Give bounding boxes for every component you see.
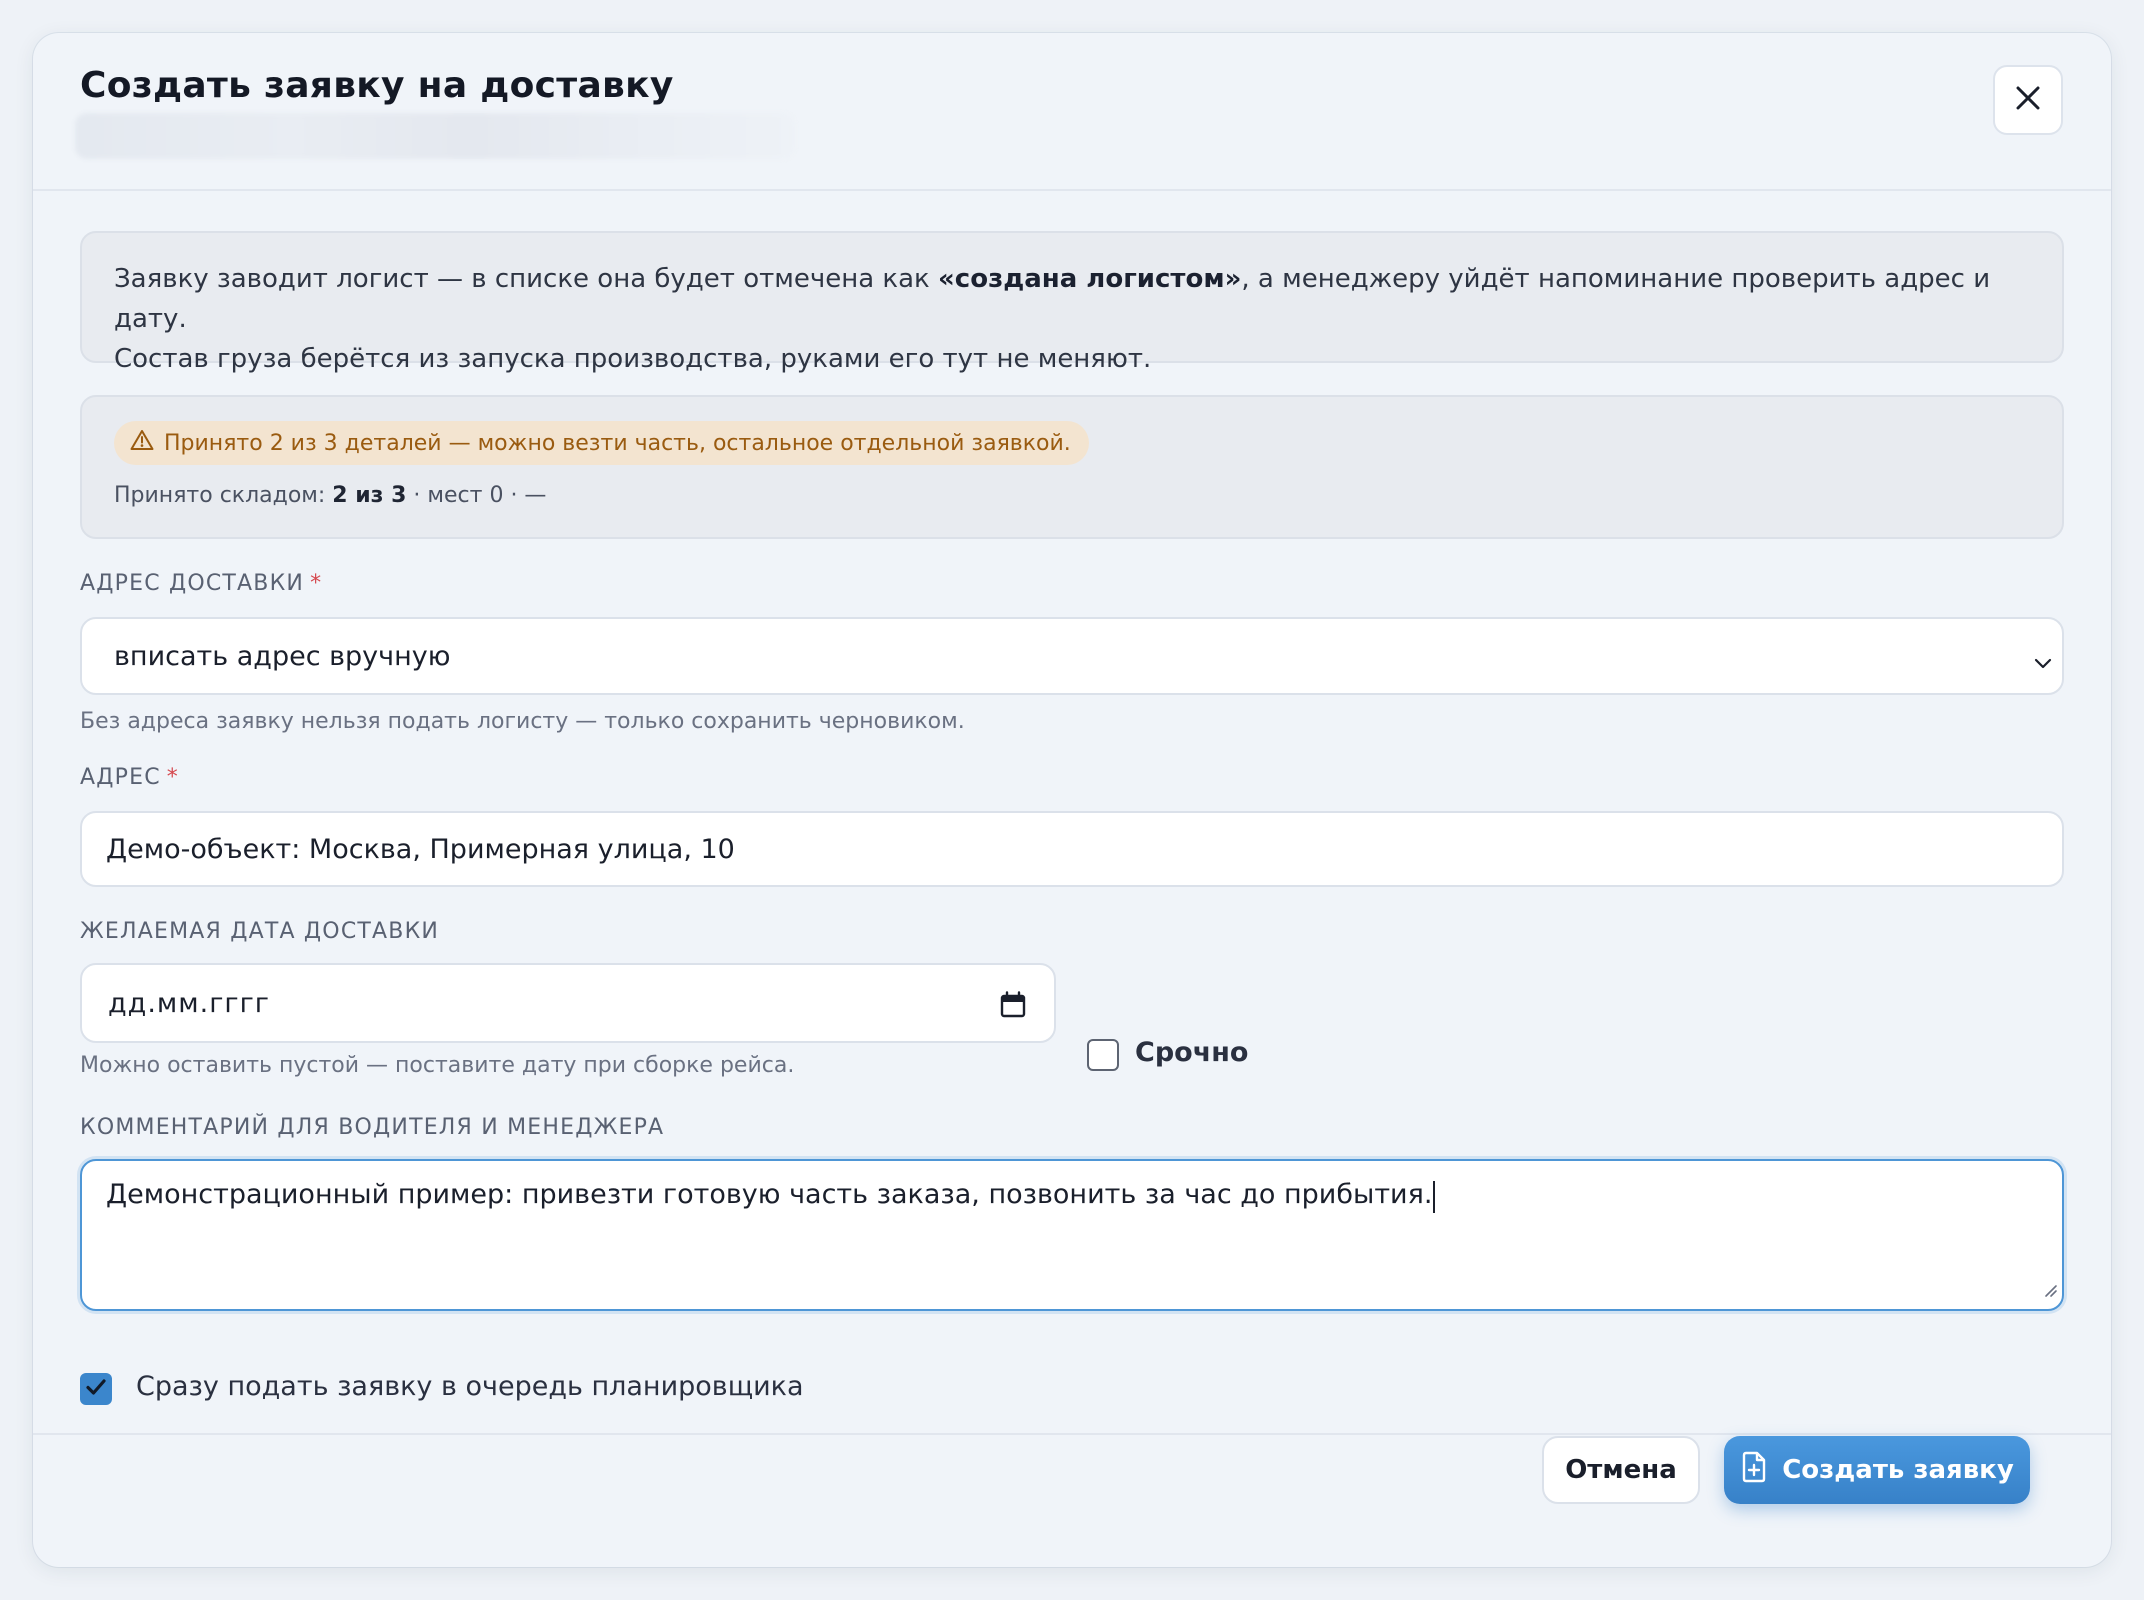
dialog-footer [33,1433,2111,1435]
delivery-address-select[interactable]: вписать адрес вручную [80,617,2064,695]
create-request-label: Создать заявку [1782,1455,2014,1485]
file-plus-icon [1740,1451,1768,1490]
delivery-address-label-text: АДРЕС ДОСТАВКИ [80,571,305,596]
shipment-status-box: Принято 2 из 3 деталей — можно везти час… [80,395,2064,539]
received-value: 2 из 3 [332,483,407,508]
address-label: АДРЕС * [80,765,179,790]
received-prefix: Принято складом: [114,483,333,508]
delivery-date-label: ЖЕЛАЕМАЯ ДАТА ДОСТАВКИ [80,919,440,944]
delivery-address-hint: Без адреса заявку нельзя подать логисту … [80,709,965,734]
checkmark-icon [84,1375,108,1403]
info-text-part1: Заявку заводит логист — в списке она буд… [114,264,939,294]
warning-text: Принято 2 из 3 деталей — можно везти час… [164,430,1071,456]
received-suffix: · мест 0 · — [406,483,547,508]
queue-checkbox[interactable] [80,1373,112,1405]
address-label-text: АДРЕС [80,765,161,790]
delivery-address-label: АДРЕС ДОСТАВКИ * [80,571,322,596]
text-cursor [1433,1181,1436,1213]
cancel-button[interactable]: Отмена [1542,1436,1700,1504]
urgent-label[interactable]: Срочно [1135,1037,1248,1068]
close-icon [2015,85,2041,115]
info-line-2: Состав груза берётся из запуска производ… [114,344,1152,374]
delivery-date-input[interactable]: дд.мм.гггг [80,963,1056,1043]
dialog-header: Создать заявку на доставку [33,33,2111,191]
required-mark: * [166,765,179,790]
delivery-date-hint: Можно оставить пустой — поставите дату п… [80,1053,795,1078]
delivery-address-selected-value: вписать адрес вручную [114,640,451,672]
comment-label: КОММЕНТАРИЙ ДЛЯ ВОДИТЕЛЯ И МЕНЕДЖЕРА [80,1115,665,1140]
comment-textarea[interactable]: Демонстрационный пример: привезти готову… [80,1159,2064,1311]
comment-textarea-value: Демонстрационный пример: привезти готову… [106,1179,1433,1210]
close-button[interactable] [1993,65,2063,135]
urgent-checkbox[interactable] [1087,1039,1119,1071]
create-delivery-dialog: Создать заявку на доставку Заявку заводи… [33,33,2111,1567]
delivery-date-placeholder: дд.мм.гггг [108,987,270,1019]
info-text-bold: «создана логистом» [938,264,1242,294]
queue-label[interactable]: Сразу подать заявку в очередь планировщи… [136,1371,804,1402]
chevron-down-icon [2032,647,2054,678]
address-input[interactable]: Демо-объект: Москва, Примерная улица, 10 [80,811,2064,887]
partial-acceptance-warning: Принято 2 из 3 деталей — можно везти час… [114,421,1089,465]
dialog-title: Создать заявку на доставку [80,65,674,106]
dialog-subtitle-redacted [75,113,795,159]
resize-handle-icon[interactable] [2042,1274,2058,1305]
calendar-icon[interactable] [1000,991,1026,1026]
info-line-1: Заявку заводит логист — в списке она буд… [114,259,2030,339]
create-request-button[interactable]: Создать заявку [1724,1436,2030,1504]
address-input-value: Демо-объект: Москва, Примерная улица, 10 [106,833,735,865]
required-mark: * [310,571,323,596]
logistician-info-notice: Заявку заводит логист — в списке она буд… [80,231,2064,374]
warning-triangle-icon [130,429,154,457]
warehouse-received-line: Принято складом: 2 из 3 · мест 0 · — [114,483,546,508]
